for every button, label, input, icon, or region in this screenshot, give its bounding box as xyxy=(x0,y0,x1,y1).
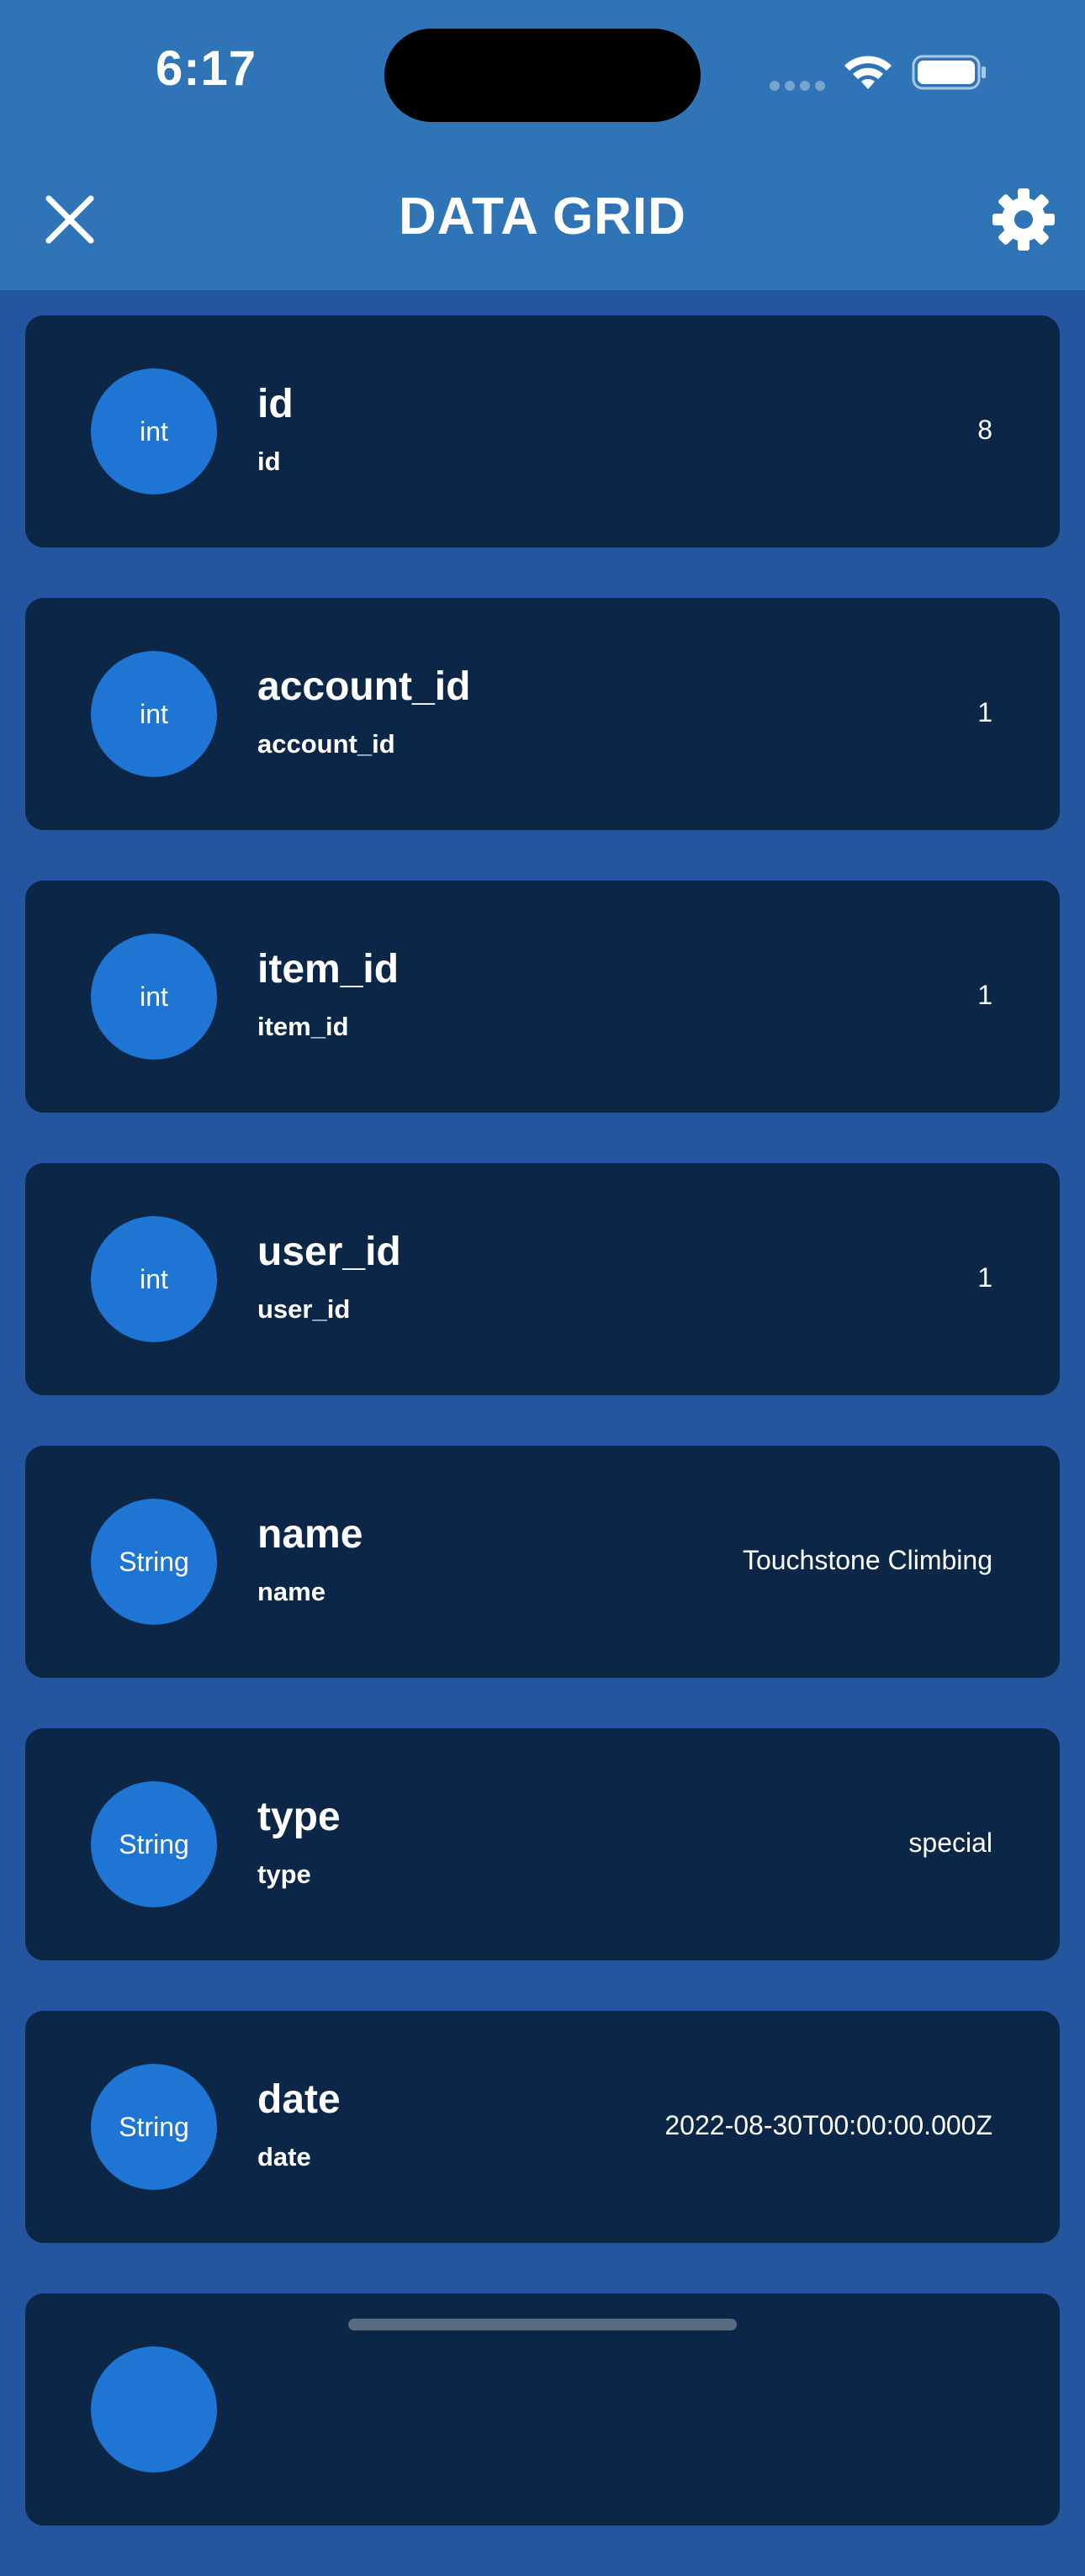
list-item[interactable]: String type type special xyxy=(25,1728,1060,1960)
header: 6:17 DATA GRID xyxy=(0,0,1085,290)
field-value: 1 xyxy=(977,1262,992,1293)
type-badge: int xyxy=(91,1216,217,1342)
close-icon[interactable] xyxy=(44,193,96,246)
field-title: name xyxy=(257,1512,363,1557)
field-value: special xyxy=(908,1828,992,1858)
field-title: account_id xyxy=(257,664,471,709)
cellular-signal-icon xyxy=(770,77,828,91)
list-item[interactable]: int user_id user_id 1 xyxy=(25,1163,1060,1395)
battery-icon xyxy=(912,55,986,90)
field-value: 8 xyxy=(977,415,992,445)
list-item[interactable]: String date date 2022-08-30T00:00:00.000… xyxy=(25,2011,1060,2243)
field-subtitle: id xyxy=(257,447,281,476)
field-value: 1 xyxy=(977,697,992,727)
field-subtitle: item_id xyxy=(257,1012,349,1041)
list-item[interactable]: int id id 8 xyxy=(25,315,1060,547)
field-value: Touchstone Climbing xyxy=(742,1545,992,1575)
field-list: int id id 8 int account_id account_id 1 … xyxy=(25,315,1060,2576)
field-subtitle: user_id xyxy=(257,1294,351,1324)
type-badge: String xyxy=(91,2064,217,2190)
type-badge xyxy=(91,2346,217,2473)
field-subtitle: date xyxy=(257,2142,311,2171)
page-title: DATA GRID xyxy=(399,188,686,246)
field-value: 2022-08-30T00:00:00.000Z xyxy=(664,2110,992,2140)
field-subtitle: name xyxy=(257,1577,326,1606)
type-badge: String xyxy=(91,1781,217,1907)
wifi-icon xyxy=(844,56,892,89)
field-subtitle: type xyxy=(257,1859,311,1889)
gear-icon[interactable] xyxy=(991,187,1056,252)
list-item[interactable]: int item_id item_id 1 xyxy=(25,881,1060,1113)
type-badge: String xyxy=(91,1499,217,1625)
field-value: 1 xyxy=(977,980,992,1010)
field-subtitle: account_id xyxy=(257,729,395,759)
status-time: 6:17 xyxy=(155,41,257,96)
list-item[interactable]: int account_id account_id 1 xyxy=(25,598,1060,830)
dynamic-island xyxy=(384,29,701,122)
field-title: item_id xyxy=(257,947,400,992)
field-title: type xyxy=(257,1795,341,1839)
type-badge: int xyxy=(91,368,217,495)
field-title: id xyxy=(257,382,294,426)
field-title: user_id xyxy=(257,1230,401,1274)
home-indicator[interactable] xyxy=(348,2319,737,2330)
field-title: date xyxy=(257,2077,341,2122)
list-item[interactable]: String name name Touchstone Climbing xyxy=(25,1446,1060,1678)
type-badge: int xyxy=(91,934,217,1060)
type-badge: int xyxy=(91,651,217,777)
